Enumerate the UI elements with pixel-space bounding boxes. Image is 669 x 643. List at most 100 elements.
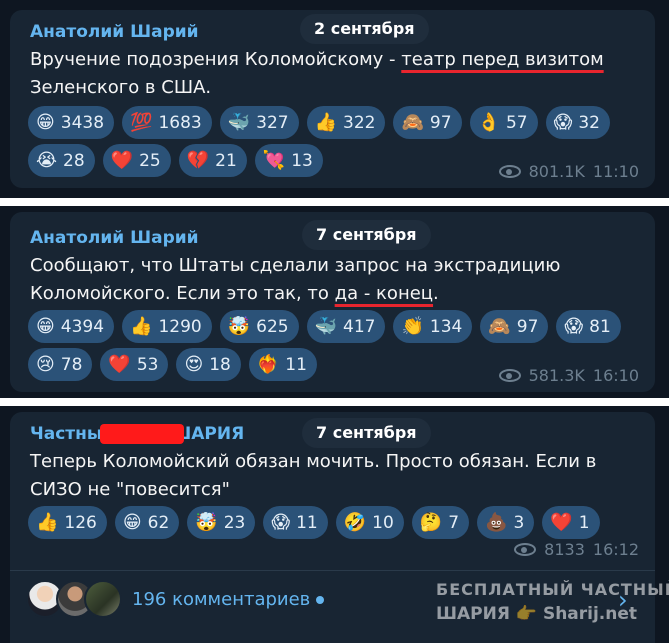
reaction-count: 1683 xyxy=(158,112,202,133)
mind-blown-icon: 🤯 xyxy=(195,511,218,533)
thumbs-up-icon: 👍 xyxy=(130,315,153,337)
poo-icon: 💩 xyxy=(485,511,508,533)
reaction-chip[interactable]: 💔 21 xyxy=(178,144,247,177)
reaction-chip[interactable]: 👌 57 xyxy=(469,106,538,139)
watermark-name: ШАРИЯ xyxy=(436,604,510,624)
mind-blown-icon: 🤯 xyxy=(227,315,251,337)
reactions-row: 😁 3438 💯 1683 🐳 327 👍 322 🙈 97 👌 57 😱 32 xyxy=(28,106,610,139)
reaction-chip[interactable]: 😱 81 xyxy=(556,310,621,343)
reaction-count: 21 xyxy=(215,150,237,171)
text-segment: СИЗО не "повесится" xyxy=(30,479,230,500)
reactions-row: 😁 4394 👍 1290 🤯 625 🐳 417 👏 134 🙈 97 😱 81 xyxy=(28,310,621,343)
reaction-count: 322 xyxy=(343,112,376,133)
reaction-count: 13 xyxy=(291,150,313,171)
reaction-count: 81 xyxy=(589,316,611,337)
view-count: 8133 xyxy=(544,540,585,559)
text-segment: Вручение подозрения Коломойскому - xyxy=(30,49,402,70)
reaction-count: 97 xyxy=(429,112,452,133)
reaction-chip[interactable]: ❤️ 1 xyxy=(542,506,600,539)
message-meta: 8133 16:12 xyxy=(514,540,639,559)
reaction-chip[interactable]: 😭 28 xyxy=(28,144,95,177)
text-segment: Теперь Коломойский обязан мочить. Просто… xyxy=(30,451,597,472)
reaction-chip[interactable]: 🤯 625 xyxy=(219,310,299,343)
reaction-chip[interactable]: 😁 3438 xyxy=(28,106,115,139)
see-no-evil-icon: 🙈 xyxy=(401,111,424,133)
reaction-chip[interactable]: ❤️‍🔥 11 xyxy=(248,348,317,381)
comments-link[interactable]: 196 комментариев xyxy=(132,589,325,610)
thumbs-up-icon: 👍 xyxy=(36,511,59,533)
message-time: 11:10 xyxy=(592,162,639,181)
text-segment: Зеленского в США. xyxy=(30,77,212,98)
message-meta: 581.3K 16:10 xyxy=(498,366,639,385)
reaction-chip[interactable]: 💩 3 xyxy=(477,506,535,539)
message-author[interactable]: Анатолий Шарий xyxy=(30,22,199,42)
reaction-count: 78 xyxy=(60,354,83,375)
view-count: 801.1K xyxy=(528,162,585,181)
message-1[interactable]: Анатолий Шарий 2 сентября Вручение подоз… xyxy=(10,10,655,188)
reaction-count: 62 xyxy=(147,512,170,533)
message-meta: 801.1K 11:10 xyxy=(498,162,639,181)
views-eye-icon xyxy=(498,165,521,178)
reaction-chip[interactable]: 😁 4394 xyxy=(28,310,115,343)
reaction-chip[interactable]: 🤯 23 xyxy=(187,506,256,539)
heart-fire-icon: ❤️‍🔥 xyxy=(256,353,280,375)
message-text: Вручение подозрения Коломойскому - театр… xyxy=(30,46,630,102)
heart-icon: ❤️ xyxy=(550,511,573,533)
reaction-count: 7 xyxy=(448,512,460,533)
reaction-chip[interactable]: 🤣 10 xyxy=(335,506,404,539)
reaction-chip[interactable]: 😢 78 xyxy=(28,348,93,381)
reaction-chip[interactable]: 😍 18 xyxy=(176,348,241,381)
reaction-chip[interactable]: 😁 62 xyxy=(114,506,180,539)
see-no-evil-icon: 🙈 xyxy=(488,315,511,337)
reaction-count: 53 xyxy=(136,354,159,375)
reaction-count: 10 xyxy=(372,512,394,533)
reaction-chip[interactable]: 🐳 327 xyxy=(219,106,299,139)
reaction-count: 28 xyxy=(63,150,85,171)
reaction-count: 625 xyxy=(256,316,289,337)
reaction-chip[interactable]: 🐳 417 xyxy=(306,310,386,343)
ok-hand-icon: 👌 xyxy=(477,111,500,133)
reaction-count: 11 xyxy=(285,354,307,375)
scream-icon: 😱 xyxy=(271,511,291,533)
text-segment: Коломойского. Если это так, то xyxy=(30,283,335,304)
chevron-right-icon[interactable]: › xyxy=(618,586,628,614)
reaction-count: 126 xyxy=(64,512,97,533)
reaction-count: 32 xyxy=(578,112,600,133)
date-pill: 7 сентября xyxy=(302,418,431,448)
reactions-row: 😢 78 ❤️ 53 😍 18 ❤️‍🔥 11 xyxy=(28,348,317,381)
separator-bottom xyxy=(0,398,669,406)
reaction-count: 3 xyxy=(513,512,525,533)
thinking-icon: 🤔 xyxy=(419,511,443,533)
message-author[interactable]: Анатолий Шарий xyxy=(30,228,199,248)
underlined-phrase: да - конец xyxy=(334,283,434,304)
view-count: 581.3K xyxy=(528,366,585,385)
reaction-chip[interactable]: 😱 32 xyxy=(545,106,610,139)
message-2[interactable]: Анатолий Шарий 7 сентября Сообщают, что … xyxy=(10,212,655,392)
reaction-chip[interactable]: 🤔 7 xyxy=(411,506,470,539)
reaction-chip[interactable]: 💯 1683 xyxy=(122,106,212,139)
reaction-count: 23 xyxy=(223,512,246,533)
reaction-chip[interactable]: 😱 11 xyxy=(263,506,328,539)
reaction-chip[interactable]: ❤️ 25 xyxy=(102,144,171,177)
reaction-chip[interactable]: 👍 126 xyxy=(28,506,107,539)
views-eye-icon xyxy=(498,369,521,382)
comments-count: 196 комментариев xyxy=(132,589,311,610)
reaction-count: 327 xyxy=(256,112,289,133)
hundred-icon: 💯 xyxy=(130,111,153,133)
broken-heart-icon: 💔 xyxy=(186,149,210,171)
reaction-count: 97 xyxy=(516,316,539,337)
commenter-avatars[interactable] xyxy=(26,580,122,618)
reaction-chip[interactable]: 👍 322 xyxy=(306,106,386,139)
unread-dot-icon xyxy=(316,596,325,604)
reaction-chip[interactable]: 🙈 97 xyxy=(480,310,549,343)
grin-icon: 😁 xyxy=(36,315,55,337)
reaction-chip[interactable]: 👏 134 xyxy=(393,310,473,343)
reaction-chip[interactable]: ❤️ 53 xyxy=(100,348,169,381)
reaction-chip[interactable]: 👍 1290 xyxy=(122,310,212,343)
reaction-chip[interactable]: 💘 13 xyxy=(254,144,323,177)
reaction-count: 4394 xyxy=(60,316,105,337)
reaction-count: 11 xyxy=(296,512,318,533)
scream-icon: 😱 xyxy=(553,111,573,133)
heart-arrow-icon: 💘 xyxy=(262,149,286,171)
reaction-chip[interactable]: 🙈 97 xyxy=(393,106,462,139)
